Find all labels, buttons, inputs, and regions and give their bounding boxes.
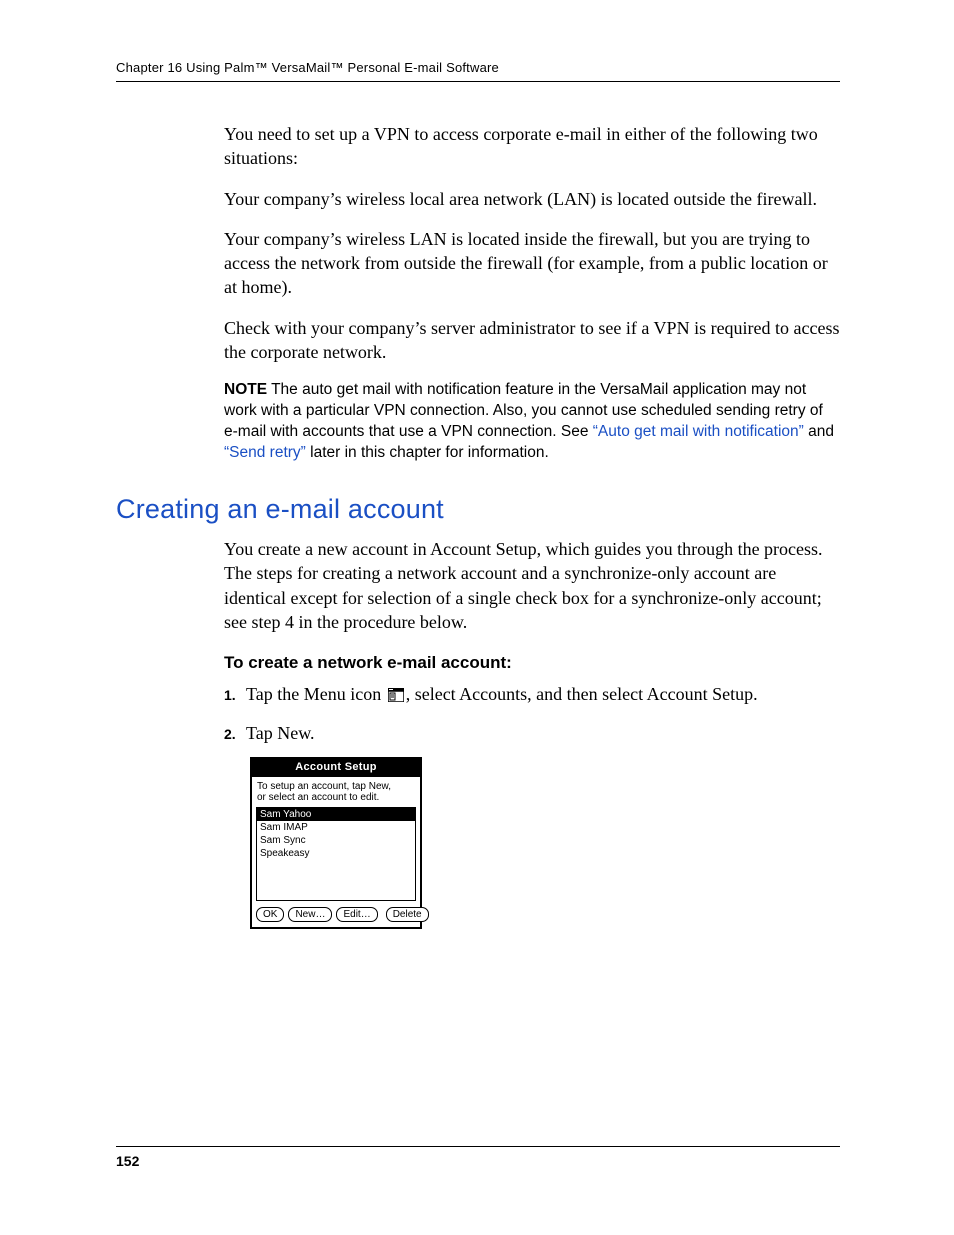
- section-body: You create a new account in Account Setu…: [224, 537, 840, 634]
- new-button: New…: [288, 907, 332, 922]
- running-header: Chapter 16 Using Palm™ VersaMail™ Person…: [116, 60, 840, 82]
- step-1-text-before: Tap the Menu icon: [246, 684, 386, 704]
- intro-paragraph: You need to set up a VPN to access corpo…: [224, 122, 840, 171]
- xref-auto-get-mail[interactable]: “Auto get mail with notification”: [593, 423, 804, 440]
- section-heading: Creating an e-mail account: [116, 494, 840, 525]
- ok-button: OK: [256, 907, 284, 922]
- step-2: 2. Tap New.: [224, 720, 840, 747]
- page-number: 152: [116, 1153, 139, 1169]
- situation-2: Your company’s wireless LAN is located i…: [224, 227, 840, 300]
- footer-rule: [116, 1146, 840, 1147]
- note-text-after: later in this chapter for information.: [306, 444, 549, 461]
- delete-button: Delete: [386, 907, 429, 922]
- menu-icon: [388, 683, 404, 710]
- note-text-mid: and: [804, 423, 834, 440]
- note-label: NOTE: [224, 381, 267, 398]
- shot-hint-line2: or select an account to edit.: [257, 792, 379, 803]
- shot-hint: To setup an account, tap New, or select …: [252, 777, 420, 807]
- situation-1: Your company’s wireless local area netwo…: [224, 187, 840, 211]
- step-1: 1. Tap the Menu icon , select Accounts, …: [224, 681, 840, 710]
- shot-hint-line1: To setup an account, tap New,: [257, 781, 391, 792]
- procedure-title: To create a network e-mail account:: [224, 652, 840, 675]
- xref-send-retry[interactable]: “Send retry”: [224, 444, 306, 461]
- list-item: Speakeasy: [257, 847, 415, 860]
- list-item: Sam IMAP: [257, 821, 415, 834]
- shot-button-bar: OK New… Edit… Delete: [252, 905, 420, 927]
- step-1-text-after: , select Accounts, and then select Accou…: [406, 684, 758, 704]
- edit-button: Edit…: [336, 907, 377, 922]
- check-paragraph: Check with your company’s server adminis…: [224, 316, 840, 365]
- shot-account-list: Sam Yahoo Sam IMAP Sam Sync Speakeasy: [256, 807, 416, 901]
- shot-titlebar: Account Setup: [252, 759, 420, 777]
- step-2-text: Tap New.: [246, 720, 840, 747]
- step-2-number: 2.: [224, 720, 246, 747]
- step-1-number: 1.: [224, 681, 246, 710]
- list-item: Sam Sync: [257, 834, 415, 847]
- account-setup-screenshot: Account Setup To setup an account, tap N…: [250, 757, 422, 929]
- note-block: NOTE The auto get mail with notification…: [224, 380, 840, 464]
- list-item: Sam Yahoo: [257, 808, 415, 821]
